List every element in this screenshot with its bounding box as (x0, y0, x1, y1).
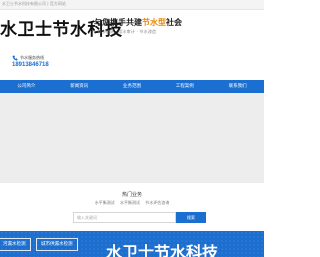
nav-item-news[interactable]: 新闻资讯 (53, 80, 106, 93)
hero-banner (0, 93, 264, 183)
nav-item-contact[interactable]: 联系我们 (211, 80, 264, 93)
nav-item-about[interactable]: 公司简介 (0, 80, 53, 93)
hot-service-link[interactable]: 水平衡测试 (95, 200, 115, 205)
top-bar: 水卫士节水科技有限公司 | 官方网站 (0, 0, 264, 10)
phone-icon (12, 55, 18, 61)
slogan: 与您携手共建节水型社会 (94, 17, 182, 28)
hot-services-list: 水平衡测试 水平衡测试 节水评估咨询 (0, 200, 264, 206)
search-input[interactable]: 输入关键词 (73, 212, 176, 223)
bottom-logo: 水卫士节水科技 (106, 243, 219, 257)
bottom-banner: 河漏水检测 城市供漏水检测 水卫士节水科技 (0, 231, 264, 257)
service-tag[interactable]: 河漏水检测 (0, 238, 31, 251)
hotline-number[interactable]: 18913846718 (12, 62, 49, 68)
main-nav: 公司简介 新闻资讯 业务范围 工程案例 联系我们 (0, 80, 264, 93)
slogan-suffix: 社会 (166, 18, 182, 27)
slogan-highlight: 节水型 (142, 18, 166, 27)
nav-item-services[interactable]: 业务范围 (106, 80, 159, 93)
hot-service-link[interactable]: 水平衡测试 (120, 200, 140, 205)
hotline: 节水服务热线 (12, 55, 44, 61)
service-tag[interactable]: 城市供漏水检测 (36, 238, 78, 251)
subslogan: 节水检测 · 用水审计 · 节水改造 (97, 29, 157, 34)
hotline-label: 节水服务热线 (20, 55, 44, 60)
top-bar-text: 水卫士节水科技有限公司 | 官方网站 (2, 1, 66, 6)
nav-item-cases[interactable]: 工程案例 (158, 80, 211, 93)
search-button[interactable]: 搜索 (176, 212, 206, 223)
slogan-prefix: 与您携手共建 (94, 18, 142, 27)
hot-service-link[interactable]: 节水评估咨询 (145, 200, 169, 205)
hot-services-title: 热门业务 (121, 192, 142, 198)
